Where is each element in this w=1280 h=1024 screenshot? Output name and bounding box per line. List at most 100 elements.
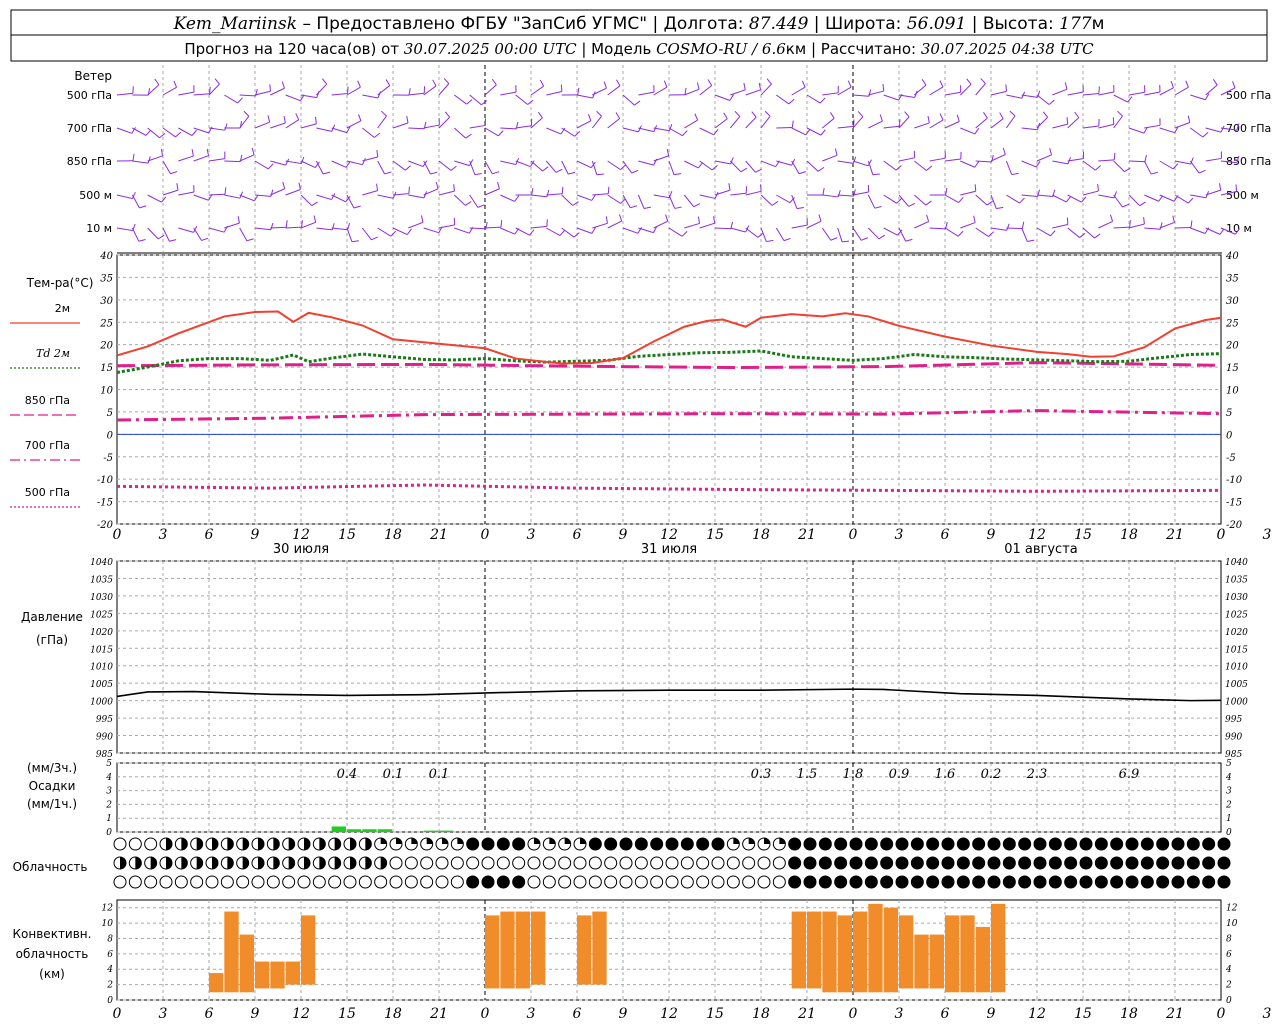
wind-barb-feather [313,215,317,223]
temp-title: Тем-ра(°С) [26,276,94,290]
wind-barb-feather [1187,197,1194,204]
wind-barb [1190,194,1207,199]
wind-barb [1144,194,1159,202]
wind-barb-feather [974,127,980,135]
wind-barb [300,194,313,207]
wind-barb-feather [958,196,964,203]
cloud-symbol-fill [242,838,249,850]
cloud-symbol-fill [466,838,479,850]
wind-barb [745,116,757,129]
x-tick-label: 15 [706,527,724,543]
cloud-symbol-fill [942,857,954,869]
meteogram: Kem_Mariinsk – Предоставлено ФГБУ "ЗапСи… [10,9,1272,1022]
wind-barb [822,117,835,129]
wind-barb-feather [384,171,392,175]
wind-barb [867,227,880,240]
precip-amount-label: 6.9 [1119,767,1140,782]
x-tick-label: 3 [527,1006,536,1022]
wind-barb-feather [481,100,488,106]
wind-barb [806,160,819,172]
pressure-y-tick-right: 995 [1225,715,1242,725]
wind-barb-feather [209,86,211,94]
wind-barb [898,116,910,129]
wind-barb [469,160,476,175]
wind-barb-feather [175,131,182,138]
wind-barb-feather [587,114,592,121]
wind-barb [990,118,1004,129]
cloud-symbol-fill [1064,857,1077,869]
cloud-symbol [650,875,664,889]
cloud-symbol-fill [788,838,801,850]
wind-barb [1143,160,1152,175]
wind-barb [162,189,179,196]
cloud-symbol [435,875,449,889]
wind-barb [592,193,609,196]
wind-barb [254,90,271,96]
cloud-symbol-fill [972,876,985,888]
pressure-y-tick-right: 1020 [1225,628,1248,638]
x-tick-label: 3 [159,527,168,543]
wind-barb-feather [243,110,250,117]
temp-y-tick: 25 [99,318,113,329]
cloud-symbol-fill [788,857,801,869]
convective-bar [914,934,929,989]
wind-barb-feather [634,100,641,106]
cloud-symbol [512,856,526,870]
cloud-symbol-fill [834,838,847,850]
x-tick-label: 9 [251,527,260,543]
precip-bar [377,829,392,832]
wind-barb [822,154,838,162]
cloud-symbol-fill [788,876,801,888]
cloud-symbol-fill [442,838,448,844]
wind-barb-feather [681,231,688,237]
wind-barb [591,115,602,129]
convective-bar [515,911,530,989]
wind-barb-feather [514,195,520,202]
wind-barb [300,160,316,168]
wind-barb [914,221,929,229]
x-tick-label: 6 [205,1006,214,1022]
wind-barb [837,160,854,164]
wind-barb-feather [973,215,976,223]
cloud-symbol [696,856,710,870]
wind-barb [408,221,424,229]
cloud-symbol-fill [819,838,832,850]
wind-barb [438,83,450,96]
cloud-symbol-fill [1034,876,1046,888]
wind-barb-feather [740,167,748,173]
cloud-symbol-fill [258,857,264,869]
wind-barb-feather [138,239,146,242]
wind-barb [131,227,140,242]
wind-barb [852,94,869,97]
wind-barb [1036,116,1048,129]
wind-barb-feather [980,78,986,84]
wind-barb-feather [1042,111,1049,118]
wind-barb-feather [538,111,543,119]
wind-barb-feather [837,190,841,198]
wind-barb [1052,224,1068,229]
wind-barb [929,119,944,129]
wind-barb [331,194,346,203]
wind-barb-feather [498,130,504,137]
cloud-symbol [665,856,679,870]
wind-barb-feather [285,158,290,166]
x-tick-label: 21 [797,527,816,543]
wind-barb-feather [771,201,779,206]
temp-legend-label: 500 гПа [25,486,70,499]
x-tick-label: 3 [895,527,904,543]
cloud-symbol-fill [1218,876,1230,888]
wind-barb [546,127,562,135]
cloud-symbol-fill [733,838,740,844]
wind-barb [852,160,869,167]
wind-barb-feather [616,79,621,87]
wind-barb [638,91,655,96]
wind-barb [515,94,529,105]
wind-barb [484,127,499,137]
wind-barb-feather [801,80,806,88]
wind-barb-feather [847,80,852,88]
wind-barb-feather [1005,84,1007,92]
convective-bar [592,911,607,985]
cloud-symbol [389,856,403,870]
convective-bar [239,934,254,993]
wind-barb [1098,159,1115,162]
